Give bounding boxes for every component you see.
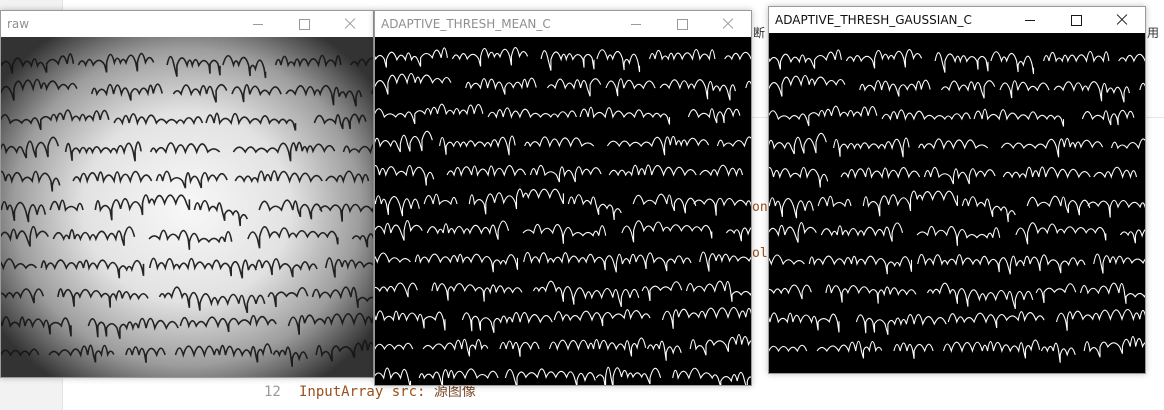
mean-thresh-image xyxy=(375,37,751,385)
maximize-icon xyxy=(1070,14,1082,26)
close-button[interactable] xyxy=(1099,7,1145,33)
minimize-icon xyxy=(253,23,263,25)
raw-window[interactable]: raw xyxy=(0,10,374,378)
window-controls xyxy=(613,11,751,37)
code-comment: 源图像 xyxy=(433,384,476,400)
mean-thresh-window[interactable]: ADAPTIVE_THRESH_MEAN_C xyxy=(374,10,752,386)
window-title: ADAPTIVE_THRESH_MEAN_C xyxy=(381,17,551,31)
line-number: 12 xyxy=(264,384,281,400)
close-icon xyxy=(1116,14,1128,26)
maximize-button[interactable] xyxy=(281,11,327,37)
gaussian-thresh-window[interactable]: ADAPTIVE_THRESH_GAUSSIAN_C xyxy=(768,6,1146,374)
image-canvas xyxy=(1,37,373,377)
window-controls xyxy=(1007,7,1145,33)
maximize-button[interactable] xyxy=(1053,7,1099,33)
close-icon xyxy=(344,18,356,30)
window-title: raw xyxy=(7,17,30,31)
maximize-icon xyxy=(298,18,310,30)
gaussian-thresh-image xyxy=(769,33,1145,373)
image-canvas xyxy=(375,37,751,385)
image-canvas xyxy=(769,33,1145,373)
title-bar[interactable]: ADAPTIVE_THRESH_MEAN_C xyxy=(375,11,751,37)
minimize-icon xyxy=(631,23,641,25)
maximize-icon xyxy=(676,18,688,30)
minimize-icon xyxy=(1025,19,1035,21)
code-parameter: InputArray src: xyxy=(299,384,426,400)
title-bar[interactable]: ADAPTIVE_THRESH_GAUSSIAN_C xyxy=(769,7,1145,33)
close-button[interactable] xyxy=(327,11,373,37)
minimize-button[interactable] xyxy=(613,11,659,37)
ide-side-char-1: 用 xyxy=(1147,26,1160,40)
ide-side-char-0: 断 xyxy=(753,26,766,40)
minimize-button[interactable] xyxy=(235,11,281,37)
title-bar[interactable]: raw xyxy=(1,11,373,37)
close-button[interactable] xyxy=(705,11,751,37)
window-controls xyxy=(235,11,373,37)
window-title: ADAPTIVE_THRESH_GAUSSIAN_C xyxy=(775,13,972,27)
ide-code-snippet-0: on xyxy=(752,200,768,215)
minimize-button[interactable] xyxy=(1007,7,1053,33)
ide-code-snippet-1: ol xyxy=(752,246,768,261)
maximize-button[interactable] xyxy=(659,11,705,37)
raw-image xyxy=(1,37,373,377)
close-icon xyxy=(722,18,734,30)
